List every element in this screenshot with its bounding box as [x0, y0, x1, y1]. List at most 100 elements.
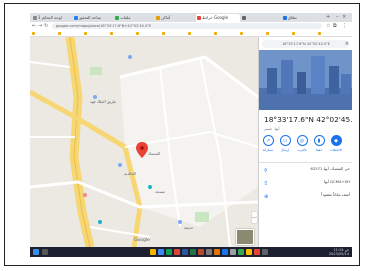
tab-favicon-icon — [115, 16, 119, 20]
bookmark-item[interactable] — [32, 31, 36, 35]
browser-tab[interactable]: ساحة التحقق — [73, 14, 113, 22]
browser-tab[interactable]: نطاق — [282, 14, 322, 22]
browser-tab[interactable]: أماكن — [155, 14, 195, 22]
taskbar-app-icon[interactable] — [230, 249, 236, 255]
place-info-panel: 18°33'17.6"N 42°02'45.5"E × 18°33'17.6"N… — [258, 37, 352, 247]
taskbar-app-icon[interactable] — [262, 249, 268, 255]
action-label: بالقرب — [297, 148, 307, 152]
bookmark-folder-icon — [84, 31, 87, 35]
zoom-out-button[interactable] — [252, 218, 257, 223]
taskbar-app-icon[interactable] — [222, 249, 228, 255]
map-label: الخالدية — [124, 171, 137, 176]
taskbar-app-icon[interactable] — [166, 249, 172, 255]
taskbar-app-icon[interactable] — [174, 249, 180, 255]
location-subtitle: أبها، عسير — [264, 127, 280, 131]
close-icon[interactable]: × — [345, 40, 349, 48]
bookmark-item[interactable] — [240, 31, 244, 35]
menu-icon[interactable]: ⋮ — [342, 23, 347, 29]
photo-building — [281, 60, 293, 94]
poi-marker[interactable] — [83, 193, 87, 197]
tab-favicon-icon — [74, 16, 78, 20]
plus-code-row[interactable]: ⠿ GCM4+XH أبها — [264, 179, 350, 189]
taskbar-app-icon[interactable] — [150, 249, 156, 255]
taskbar-app-icon[interactable] — [190, 249, 196, 255]
bookmark-item[interactable] — [266, 31, 270, 35]
bookmark-folder-icon — [162, 31, 165, 35]
send-to-phone-button[interactable]: ▭ إرسال — [278, 135, 292, 152]
park-area — [90, 67, 102, 75]
add-place-row[interactable]: ⊕ أضف مكاناً مفقوداً — [264, 192, 350, 202]
poi-marker[interactable] — [148, 185, 152, 189]
save-button[interactable]: ▮ حفظ — [312, 135, 326, 152]
start-menu-icon[interactable] — [33, 249, 39, 255]
plus-code-text: GCM4+XH أبها — [323, 179, 350, 184]
divider — [259, 162, 352, 163]
poi-marker[interactable] — [118, 163, 122, 167]
bookmark-icon: ▮ — [313, 135, 325, 146]
poi-marker[interactable] — [98, 220, 102, 224]
bookmark-item[interactable] — [84, 31, 88, 35]
photo-building — [341, 74, 351, 94]
action-label: الاتجاهات — [329, 148, 343, 152]
search-input[interactable]: 18°33'17.6"N 42°02'45.5"E — [262, 40, 350, 48]
window-controls[interactable]: – × — [336, 14, 347, 20]
taskbar-app-icon[interactable] — [182, 249, 188, 255]
bookmark-folder-icon — [188, 31, 191, 35]
address-row[interactable]: ⚲ حي المنسك، أبها 62571 — [264, 166, 350, 176]
bookmark-item[interactable] — [58, 31, 62, 35]
address-bar[interactable]: google.com/maps/place/18°33'17.6"N+42°02… — [52, 23, 322, 29]
map-canvas[interactable]: المنسك الخالدية طريق الملك فهد مسجد حديق… — [30, 37, 258, 247]
map-roads — [30, 37, 258, 247]
browser-tab-active[interactable]: خرائط Google — [196, 14, 240, 22]
clock-date: 2023/05/14 — [328, 252, 349, 256]
bookmark-item[interactable] — [292, 31, 296, 35]
tab-favicon-icon — [242, 16, 246, 20]
poi-marker[interactable] — [178, 220, 182, 224]
taskbar-app-icon[interactable] — [246, 249, 252, 255]
bookmark-item[interactable] — [136, 31, 140, 35]
taskbar-app-icon[interactable] — [254, 249, 260, 255]
bookmark-folder-icon — [136, 31, 139, 35]
extensions-icon[interactable]: ⧉ — [333, 23, 337, 29]
action-label: إرسال — [280, 148, 290, 152]
taskbar-app-icon[interactable] — [198, 249, 204, 255]
tab-bar: 1 لوحة التحكم ساحة التحقق ملفات أماكن خر… — [30, 13, 352, 22]
os-taskbar: 11:24 ص 2023/05/14 — [30, 247, 352, 257]
directions-icon: ◆ — [330, 135, 342, 146]
taskbar-app-icon[interactable] — [238, 249, 244, 255]
bookmark-item[interactable] — [214, 31, 218, 35]
reload-icon[interactable]: ↻ — [44, 23, 48, 29]
bookmark-folder-icon — [240, 31, 243, 35]
bookmark-folder-icon — [32, 31, 35, 35]
satellite-layer-toggle[interactable] — [236, 229, 254, 245]
system-clock[interactable]: 11:24 ص 2023/05/14 — [329, 248, 349, 256]
address-toolbar: ← → ↻ google.com/maps/place/18°33'17.6"N… — [30, 22, 352, 30]
street-view-photo[interactable] — [259, 50, 352, 110]
new-tab-icon[interactable]: + — [326, 14, 330, 20]
bookmark-item[interactable] — [110, 31, 114, 35]
bookmarks-bar — [30, 30, 352, 37]
directions-button[interactable]: ◆ الاتجاهات — [329, 135, 343, 152]
taskbar-app-icon[interactable] — [206, 249, 212, 255]
bookmark-star-icon[interactable]: ☆ — [326, 23, 330, 29]
location-pin-icon: ⚲ — [264, 168, 268, 174]
nearby-button[interactable]: ◎ بالقرب — [295, 135, 309, 152]
browser-tab[interactable] — [241, 14, 281, 22]
bookmark-item[interactable] — [318, 31, 322, 35]
share-button[interactable]: ↗ مشاركة — [261, 135, 275, 152]
add-place-text: أضف مكاناً مفقوداً — [321, 192, 350, 197]
bookmark-item[interactable] — [162, 31, 166, 35]
forward-icon[interactable]: → — [38, 23, 42, 29]
taskbar-app-icon[interactable] — [158, 249, 164, 255]
search-icon[interactable] — [42, 249, 48, 255]
browser-window: 1 لوحة التحكم ساحة التحقق ملفات أماكن خر… — [30, 13, 352, 247]
poi-marker[interactable] — [128, 55, 132, 59]
browser-tab[interactable]: ملفات — [114, 14, 154, 22]
zoom-in-button[interactable] — [252, 212, 257, 217]
bookmark-item[interactable] — [188, 31, 192, 35]
taskbar-app-icon[interactable] — [214, 249, 220, 255]
map-label: حديقة — [184, 225, 194, 230]
coordinates-title: 18°33'17.6"N 42°02'45.5"E — [264, 115, 352, 124]
back-icon[interactable]: ← — [32, 23, 36, 29]
browser-tab[interactable]: 1 لوحة التحكم — [32, 14, 72, 22]
